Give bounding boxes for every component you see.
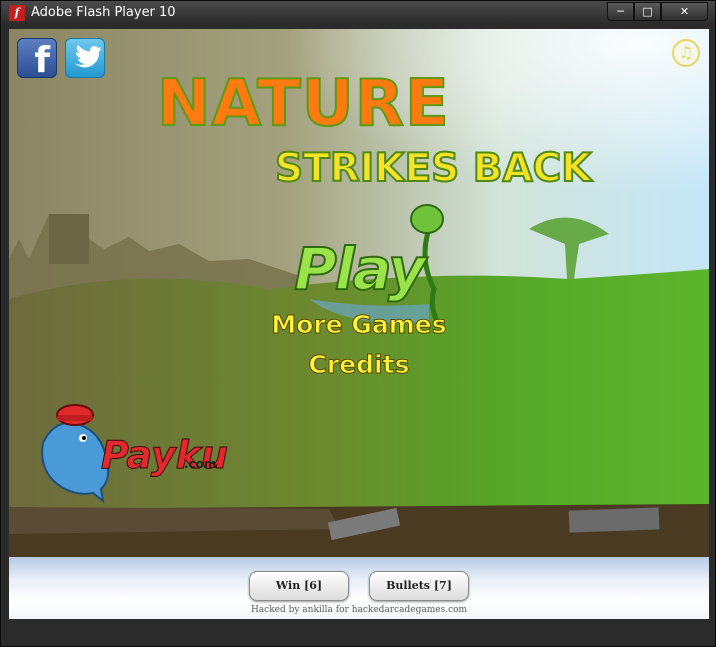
minimize-button[interactable]: ─ bbox=[607, 2, 634, 21]
hack-menu-bar: Win [6] Bullets [7] Hacked by ankilla fo… bbox=[9, 557, 709, 619]
win-button[interactable]: Win [6] bbox=[249, 571, 349, 601]
more-games-button[interactable]: More Games bbox=[239, 310, 479, 340]
game-title-nature: NATURE bbox=[156, 66, 450, 142]
play-button[interactable]: Play bbox=[259, 234, 459, 304]
payku-logo-suffix: .com bbox=[184, 457, 217, 471]
facebook-button[interactable]: f bbox=[17, 38, 57, 81]
title-bar[interactable]: f Adobe Flash Player 10 ─ □ ✕ bbox=[1, 1, 715, 25]
flash-player-icon: f bbox=[9, 5, 25, 21]
credits-button[interactable]: Credits bbox=[239, 350, 479, 380]
bullets-button[interactable]: Bullets [7] bbox=[369, 571, 469, 601]
close-button[interactable]: ✕ bbox=[661, 2, 708, 21]
twitter-button[interactable] bbox=[65, 38, 105, 78]
music-toggle-button[interactable]: ♫ bbox=[672, 39, 700, 67]
hack-credit-text: Hacked by ankilla for hackedarcadegames.… bbox=[250, 605, 468, 615]
game-title-strikes-back: STRIKES BACK bbox=[274, 145, 593, 192]
twitter-bird-icon bbox=[74, 45, 102, 68]
game-stage[interactable]: f ♫ NATURE STRIKES BACK Play More Games … bbox=[9, 29, 709, 557]
flash-player-window: f Adobe Flash Player 10 ─ □ ✕ f ♫ NATURE… bbox=[0, 0, 716, 647]
window-title: Adobe Flash Player 10 bbox=[31, 5, 176, 20]
maximize-button[interactable]: □ bbox=[634, 2, 661, 21]
facebook-icon: f bbox=[34, 40, 50, 81]
